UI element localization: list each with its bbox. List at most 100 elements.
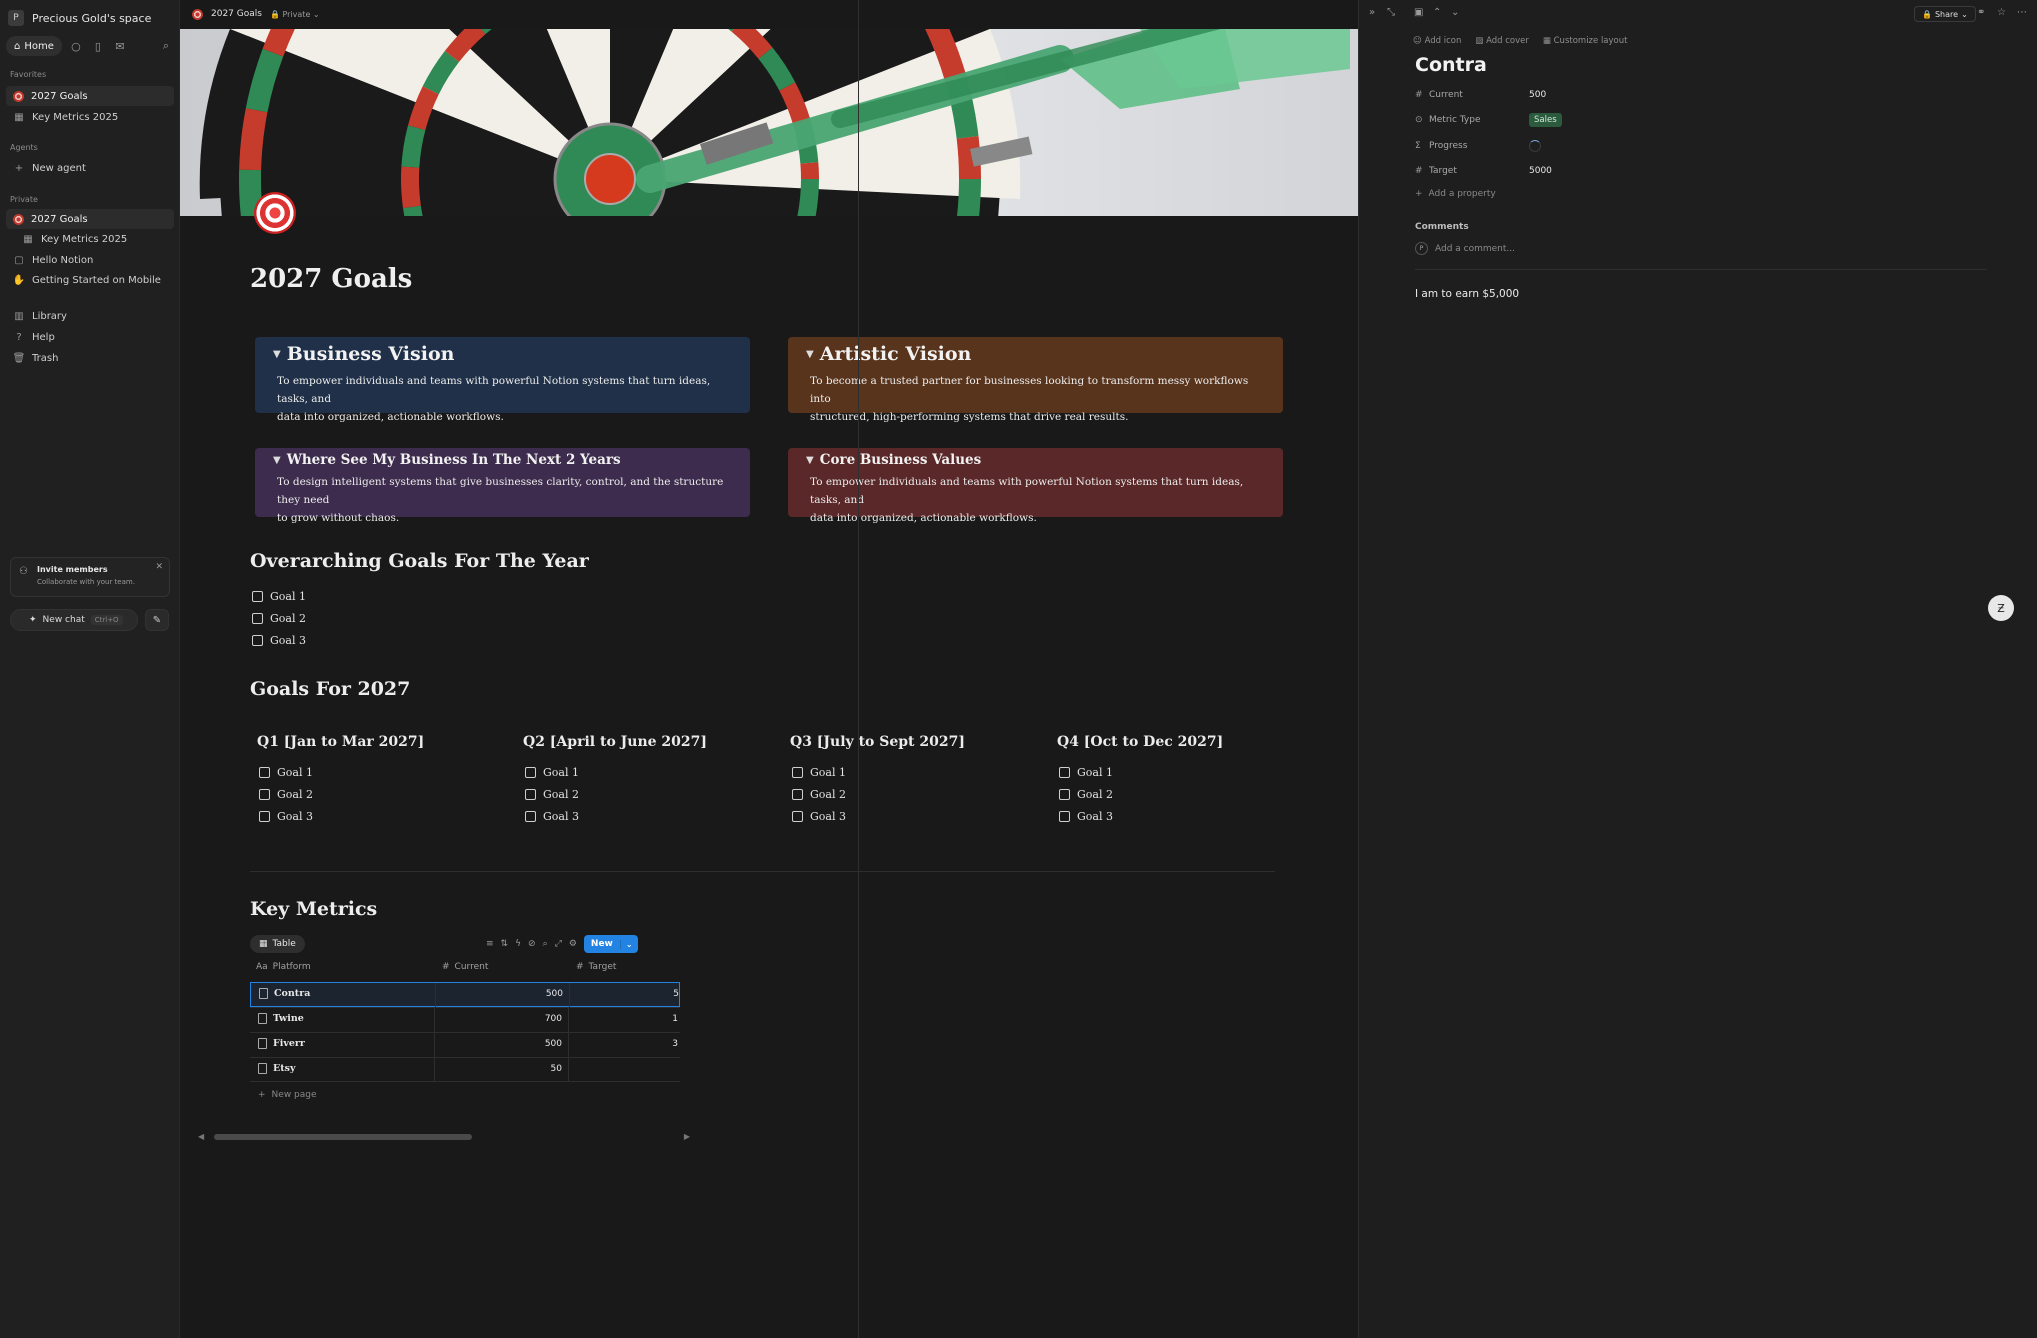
quarter-heading-q3[interactable]: Q3 [July to Sept 2027] <box>790 734 965 750</box>
target-cell[interactable]: 1 <box>570 1014 678 1024</box>
callout-business-vision[interactable]: ▼ Business Vision To empower individuals … <box>255 337 750 423</box>
toggle-triangle-icon[interactable]: ▼ <box>273 349 281 360</box>
todo-item[interactable]: Goal 1 <box>252 590 306 603</box>
link-icon[interactable]: ⚭ <box>1977 7 1985 18</box>
more-icon[interactable]: ⋯ <box>2017 7 2027 18</box>
current-cell[interactable]: 500 <box>437 989 563 999</box>
close-icon[interactable]: ✕ <box>155 562 163 572</box>
checkbox[interactable] <box>792 767 803 778</box>
filter-icon[interactable]: ≡ <box>486 939 494 949</box>
chat-icon[interactable]: ○ <box>68 37 84 55</box>
inbox-icon[interactable]: ✉ <box>112 37 128 55</box>
quarter-heading-q4[interactable]: Q4 [Oct to Dec 2027] <box>1057 734 1223 750</box>
privacy-dropdown[interactable]: 🔒 Private ⌄ <box>270 10 320 19</box>
checkbox[interactable] <box>792 789 803 800</box>
checkbox[interactable] <box>259 811 270 822</box>
property-value[interactable]: 5000 <box>1529 166 1552 176</box>
add-cover-button[interactable]: ▨ Add cover <box>1475 36 1529 46</box>
target-cell[interactable]: 5 <box>571 989 679 999</box>
checkbox[interactable] <box>525 811 536 822</box>
sidebar-fav-key-metrics[interactable]: ▦ Key Metrics 2025 <box>6 107 174 127</box>
todo-item[interactable]: Goal 2 <box>1059 788 1113 801</box>
column-header-target[interactable]: # Target <box>576 962 616 972</box>
table-row[interactable]: Twine 700 1 <box>250 1007 680 1032</box>
new-chat-button[interactable]: ✦ New chat Ctrl+O <box>10 609 138 631</box>
todo-item[interactable]: Goal 2 <box>525 788 579 801</box>
quarter-heading-q1[interactable]: Q1 [Jan to Mar 2027] <box>257 734 424 750</box>
todo-item[interactable]: Goal 2 <box>792 788 846 801</box>
property-target[interactable]: # Target 5000 <box>1415 162 1715 180</box>
callout-next-2-years[interactable]: ▼ Where See My Business In The Next 2 Yea… <box>255 448 750 524</box>
share-button[interactable]: 🔒 Share ⌄ <box>1914 6 1976 22</box>
current-cell[interactable]: 50 <box>436 1064 562 1074</box>
search-icon[interactable]: ⌕ <box>543 939 548 949</box>
callout-artistic-vision[interactable]: ▼ Artistic Vision To become a trusted par… <box>788 337 1283 423</box>
checkbox[interactable] <box>1059 811 1070 822</box>
toggle-triangle-icon[interactable]: ▼ <box>806 349 814 360</box>
todo-item[interactable]: Goal 1 <box>525 766 579 779</box>
sidebar-item-library[interactable]: ▥ Library <box>6 306 174 326</box>
goals-2027-heading[interactable]: Goals For 2027 <box>250 678 410 700</box>
checkbox[interactable] <box>792 811 803 822</box>
scrollbar-thumb[interactable] <box>214 1134 472 1140</box>
property-metric-type[interactable]: ⊙ Metric Type Sales <box>1415 111 1715 129</box>
row-title[interactable]: Etsy <box>258 1063 296 1074</box>
property-current[interactable]: # Current 500 <box>1415 86 1715 104</box>
todo-item[interactable]: Goal 1 <box>259 766 313 779</box>
row-title[interactable]: Twine <box>258 1013 304 1024</box>
meetings-icon[interactable]: ▯ <box>90 37 106 55</box>
sidebar-item-hello-notion[interactable]: ▢ Hello Notion <box>6 250 174 270</box>
star-icon[interactable]: ☆ <box>1997 7 2006 18</box>
key-metrics-heading[interactable]: Key Metrics <box>250 898 377 920</box>
column-header-platform[interactable]: Aa Platform <box>256 962 311 972</box>
panel-body-text[interactable]: I am to earn $5,000 <box>1415 288 1519 300</box>
table-row[interactable]: Contra 500 5 <box>250 982 680 1007</box>
invite-members-card[interactable]: ⚇ Invite members Collaborate with your t… <box>10 557 170 597</box>
checkbox[interactable] <box>252 635 263 646</box>
dart-icon[interactable] <box>254 192 296 234</box>
target-cell[interactable]: 3 <box>570 1039 678 1049</box>
sidebar-item-getting-started[interactable]: ✋ Getting Started on Mobile <box>6 270 174 290</box>
chevron-down-icon[interactable]: ⌄ <box>1451 7 1459 18</box>
current-cell[interactable]: 500 <box>436 1039 562 1049</box>
todo-item[interactable]: Goal 3 <box>259 810 313 823</box>
row-title[interactable]: Fiverr <box>258 1038 305 1049</box>
todo-item[interactable]: Goal 3 <box>792 810 846 823</box>
callout-core-values[interactable]: ▼ Core Business Values To empower individ… <box>788 448 1283 524</box>
new-row-button[interactable]: New ⌄ <box>583 935 638 953</box>
scroll-right-icon[interactable]: ▶ <box>684 1132 690 1141</box>
new-agent-button[interactable]: + New agent <box>6 158 174 178</box>
settings-icon[interactable]: ⚙ <box>569 939 577 949</box>
todo-item[interactable]: Goal 3 <box>252 634 306 647</box>
property-progress[interactable]: Σ Progress <box>1415 137 1715 155</box>
property-value[interactable]: 500 <box>1529 90 1546 100</box>
todo-item[interactable]: Goal 1 <box>1059 766 1113 779</box>
search-icon[interactable]: ⌕ <box>158 37 174 55</box>
scroll-left-icon[interactable]: ◀ <box>198 1132 204 1141</box>
checkbox[interactable] <box>259 767 270 778</box>
workspace-switcher[interactable]: P Precious Gold's space <box>8 6 151 30</box>
comment-input[interactable]: P Add a comment... <box>1415 242 1515 255</box>
toggle-triangle-icon[interactable]: ▼ <box>806 455 814 466</box>
ai-assistant-icon[interactable]: Ƶ <box>1988 595 2014 621</box>
todo-item[interactable]: Goal 2 <box>259 788 313 801</box>
checkbox[interactable] <box>252 613 263 624</box>
column-header-current[interactable]: # Current <box>442 962 488 972</box>
checkbox[interactable] <box>1059 767 1070 778</box>
chevron-up-icon[interactable]: ⌃ <box>1433 7 1441 18</box>
todo-item[interactable]: Goal 3 <box>1059 810 1113 823</box>
table-row[interactable]: Etsy 50 <box>250 1057 680 1082</box>
checkbox[interactable] <box>525 789 536 800</box>
current-cell[interactable]: 700 <box>436 1014 562 1024</box>
close-panel-icon[interactable]: » <box>1369 7 1375 18</box>
sidebar-item-help[interactable]: ? Help <box>6 327 174 347</box>
home-button[interactable]: ⌂ Home <box>6 36 62 56</box>
quarter-heading-q2[interactable]: Q2 [April to June 2027] <box>523 734 707 750</box>
toggle-triangle-icon[interactable]: ▼ <box>273 455 281 466</box>
customize-layout-button[interactable]: ▦ Customize layout <box>1543 36 1628 46</box>
todo-item[interactable]: Goal 2 <box>252 612 306 625</box>
row-title[interactable]: Contra <box>259 988 310 999</box>
horizontal-scrollbar[interactable]: ◀ ▶ <box>198 1132 690 1142</box>
sales-tag[interactable]: Sales <box>1529 113 1562 127</box>
add-property-button[interactable]: + Add a property <box>1415 189 1496 199</box>
